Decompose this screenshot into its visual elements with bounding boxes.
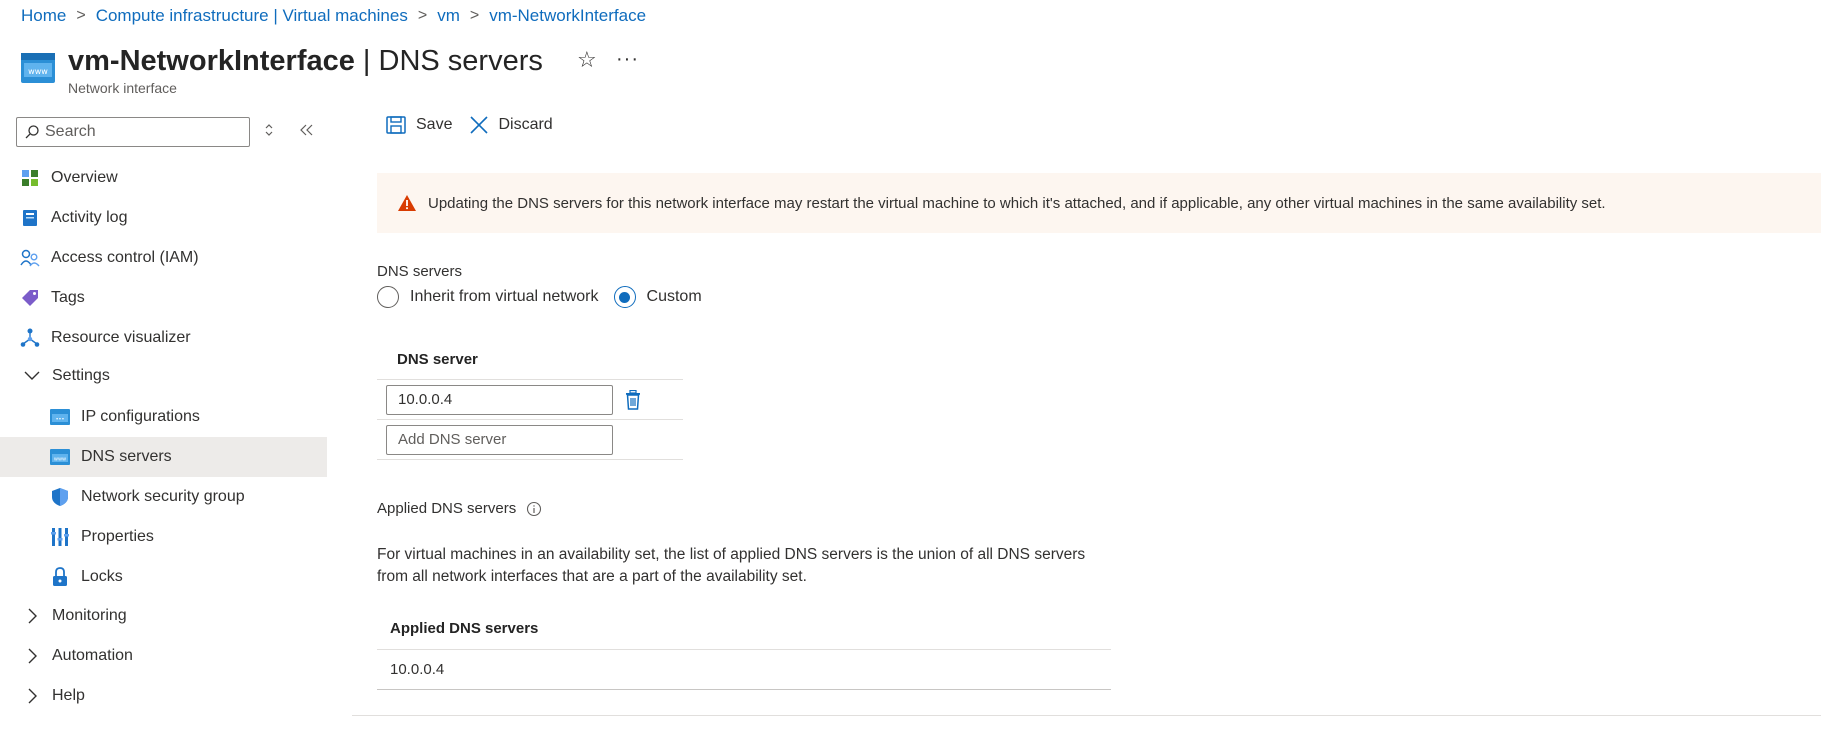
sidebar-item-tags[interactable]: Tags: [0, 278, 327, 318]
applied-dns-servers-label: Applied DNS servers: [377, 500, 542, 517]
page-header: www vm-NetworkInterface | DNS servers Ne…: [21, 44, 638, 96]
blade-name: | DNS servers: [354, 45, 543, 77]
sidebar-item-label: Locks: [81, 568, 123, 585]
radio-custom-label: Custom: [646, 288, 702, 305]
sidebar-item-overview[interactable]: Overview: [0, 158, 327, 198]
sidebar-item-label: Help: [52, 687, 85, 704]
sidebar-item-label: Tags: [51, 289, 85, 306]
ip-config-icon: •••: [49, 406, 71, 428]
sidebar-group-automation[interactable]: Automation: [0, 636, 327, 676]
sidebar-group-help[interactable]: Help: [0, 676, 327, 716]
applied-dns-servers-title: Applied DNS servers: [377, 500, 517, 517]
dns-servers-label: DNS servers: [377, 263, 463, 280]
sidebar-item-resource-visualizer[interactable]: Resource visualizer: [0, 318, 327, 358]
sidebar-item-label: Activity log: [51, 209, 128, 226]
dns-servers-radio-group: Inherit from virtual network Custom: [377, 286, 717, 308]
sidebar-item-label: Automation: [52, 647, 133, 664]
breadcrumb-vm[interactable]: vm: [437, 6, 460, 26]
resource-name: vm-NetworkInterface: [68, 45, 355, 77]
chevron-right-icon: [24, 648, 40, 664]
save-button[interactable]: Save: [386, 116, 452, 134]
chevron-right-icon: [24, 608, 40, 624]
sidebar-item-label: Overview: [51, 169, 118, 186]
discard-button[interactable]: Discard: [470, 116, 553, 134]
table-row: 10.0.0.4: [377, 650, 1111, 690]
svg-text:•••: •••: [56, 417, 65, 423]
collapse-sidebar-icon[interactable]: [300, 123, 314, 140]
search-icon: [25, 125, 39, 139]
breadcrumb: Home > Compute infrastructure | Virtual …: [21, 6, 646, 26]
info-icon[interactable]: [526, 501, 542, 517]
applied-dns-column-header: Applied DNS servers: [377, 608, 1111, 650]
save-icon: [386, 116, 406, 134]
sidebar-item-network-security-group[interactable]: Network security group: [0, 477, 327, 517]
tag-icon: [19, 287, 41, 309]
breadcrumb-home[interactable]: Home: [21, 6, 66, 26]
radio-inherit[interactable]: Inherit from virtual network: [377, 286, 599, 308]
chevron-right-icon: >: [76, 7, 86, 24]
discard-label: Discard: [498, 116, 553, 133]
applied-dns-table: Applied DNS servers 10.0.0.4: [377, 608, 1111, 690]
delete-icon[interactable]: [624, 389, 642, 410]
radio-inherit-label: Inherit from virtual network: [410, 288, 599, 305]
svg-text:www: www: [54, 457, 66, 463]
sidebar-item-ip-configurations[interactable]: ••• IP configurations: [0, 397, 327, 437]
search-input[interactable]: [45, 123, 225, 141]
sidebar-item-label: Network security group: [81, 488, 245, 505]
dns-server-input[interactable]: [386, 384, 613, 415]
iam-icon: [19, 247, 41, 269]
star-icon[interactable]: ☆: [577, 47, 597, 73]
radio-custom-circle[interactable]: [613, 286, 636, 308]
dns-server-column-header: DNS server: [377, 340, 683, 380]
chevron-down-icon: [24, 371, 40, 381]
sidebar-item-properties[interactable]: Properties: [0, 517, 327, 557]
overview-icon: [19, 167, 41, 189]
sidebar-item-label: Settings: [52, 367, 110, 384]
sidebar-group-monitoring[interactable]: Monitoring: [0, 596, 327, 636]
sidebar-group-settings[interactable]: Settings: [0, 356, 327, 396]
visualizer-icon: [19, 327, 41, 349]
dns-server-row: [377, 380, 683, 420]
sidebar-item-locks[interactable]: Locks: [0, 557, 327, 597]
dns-icon: www: [49, 446, 71, 468]
properties-icon: [49, 526, 71, 548]
sidebar-item-dns-servers[interactable]: www DNS servers: [0, 437, 327, 477]
add-dns-server-input[interactable]: [386, 424, 613, 455]
chevron-right-icon: [24, 688, 40, 704]
divider: [352, 715, 1821, 716]
sidebar-item-label: IP configurations: [81, 408, 200, 425]
radio-custom[interactable]: Custom: [613, 286, 702, 308]
expand-collapse-icon[interactable]: [264, 123, 274, 141]
breadcrumb-network-interface[interactable]: vm-NetworkInterface: [489, 6, 646, 26]
more-icon[interactable]: ···: [616, 48, 639, 71]
sidebar-item-label: Properties: [81, 528, 154, 545]
chevron-right-icon: >: [417, 7, 428, 24]
shield-icon: [49, 486, 71, 508]
sidebar-item-access-control[interactable]: Access control (IAM): [0, 238, 327, 278]
sidebar-item-label: Access control (IAM): [51, 249, 199, 266]
search-box[interactable]: [16, 117, 250, 147]
warning-banner: Updating the DNS servers for this networ…: [377, 173, 1821, 233]
page-title: vm-NetworkInterface | DNS servers: [68, 44, 543, 78]
save-label: Save: [416, 116, 453, 133]
activity-log-icon: [19, 207, 41, 229]
sidebar-item-label: DNS servers: [81, 448, 172, 465]
dns-server-table: DNS server: [377, 340, 683, 460]
warning-text: Updating the DNS servers for this networ…: [428, 194, 1606, 212]
radio-inherit-circle[interactable]: [377, 286, 399, 308]
command-bar: Save Discard: [386, 116, 571, 134]
svg-text:www: www: [28, 67, 48, 76]
close-icon: [470, 116, 489, 134]
chevron-right-icon: >: [469, 7, 480, 24]
sidebar-item-activity-log[interactable]: Activity log: [0, 198, 327, 238]
resource-type: Network interface: [68, 80, 177, 96]
network-interface-icon: www: [21, 53, 55, 83]
lock-icon: [49, 566, 71, 588]
warning-icon: [398, 195, 416, 211]
sidebar-item-label: Resource visualizer: [51, 329, 191, 346]
applied-dns-description: For virtual machines in an availability …: [377, 546, 1086, 585]
sidebar-item-label: Monitoring: [52, 607, 127, 624]
dns-server-add-row: [377, 420, 683, 460]
breadcrumb-compute-infrastructure[interactable]: Compute infrastructure | Virtual machine…: [96, 6, 408, 26]
